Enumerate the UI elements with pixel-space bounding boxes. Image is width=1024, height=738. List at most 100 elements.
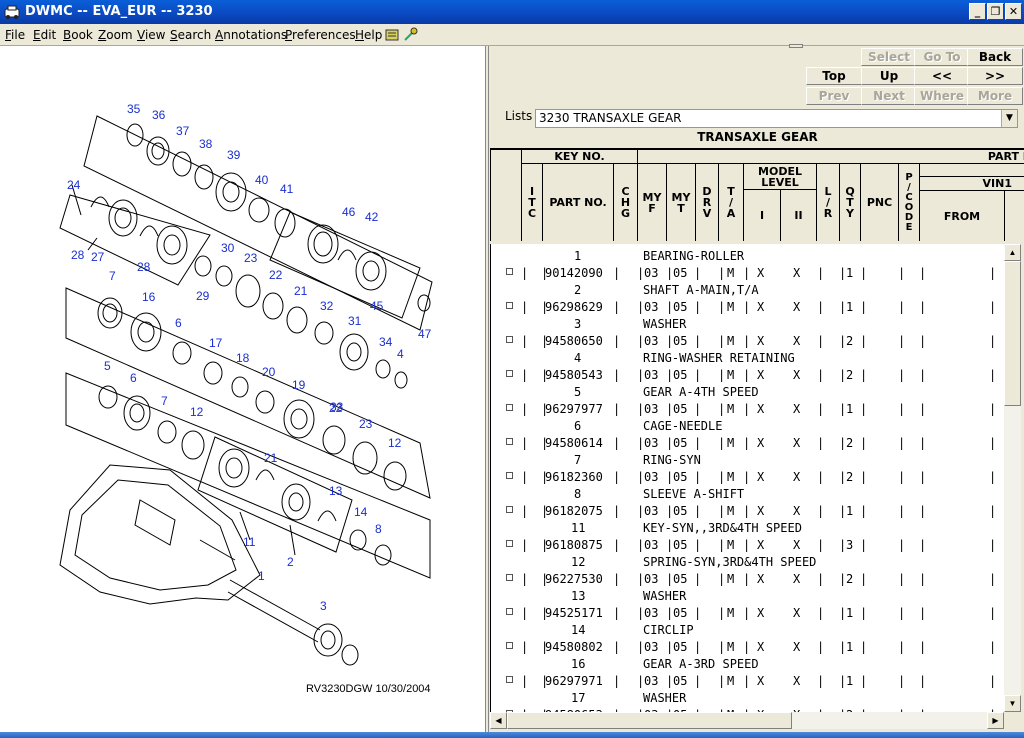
callout-label[interactable]: 40 <box>255 173 269 187</box>
part-data-row[interactable]: | | | | | | | | | | | | | | 94580802 03 05 M X X 1 <box>491 638 1004 655</box>
callout-label[interactable]: 11 <box>243 535 256 549</box>
row-checkbox[interactable] <box>506 506 513 513</box>
part-number[interactable]: 96180875 <box>545 538 603 552</box>
callout-label[interactable]: 13 <box>329 484 343 498</box>
callout-label[interactable]: 27 <box>91 250 105 264</box>
callout-label[interactable]: 35 <box>127 102 141 116</box>
callout-label[interactable]: 14 <box>354 505 368 519</box>
row-checkbox[interactable] <box>506 472 513 479</box>
part-number[interactable]: 94580543 <box>545 368 603 382</box>
part-key-row[interactable]: 2 SHAFT A-MAIN,T/A <box>491 281 1004 298</box>
part-number[interactable]: 96297971 <box>545 674 603 688</box>
prev-button[interactable]: Prev <box>806 87 862 105</box>
row-checkbox[interactable] <box>506 642 513 649</box>
close-button[interactable]: ✕ <box>1005 3 1022 20</box>
part-number[interactable]: 96297977 <box>545 402 603 416</box>
part-key-row[interactable]: 3 WASHER <box>491 315 1004 332</box>
part-data-row[interactable]: | | | | | | | | | | | | | | 96182360 03 05 M X X 2 <box>491 468 1004 485</box>
next-button[interactable]: Next <box>861 87 917 105</box>
callout-label[interactable]: 16 <box>142 290 156 304</box>
part-key-row[interactable]: 13 WASHER <box>491 587 1004 604</box>
goto-button[interactable]: Go To <box>914 48 970 66</box>
part-data-row[interactable]: | | | | | | | | | | | | | | 96227530 03 05 M X X 2 <box>491 570 1004 587</box>
part-data-row[interactable]: | | | | | | | | | | | | | | 94580614 03 05 M X X 2 <box>491 434 1004 451</box>
callout-label[interactable]: 45 <box>370 299 384 313</box>
prev-page-button[interactable]: << <box>914 67 970 85</box>
select-button[interactable]: Select <box>861 48 917 66</box>
callout-label[interactable]: 3 <box>320 599 327 613</box>
minimize-button[interactable]: _ <box>969 3 986 20</box>
vertical-scrollbar[interactable]: ▲ ▼ <box>1004 244 1021 712</box>
part-key-row[interactable]: 6 CAGE-NEEDLE <box>491 417 1004 434</box>
callout-label[interactable]: 36 <box>152 108 166 122</box>
part-data-row[interactable]: | | | | | | | | | | | | | | 96297971 03 05 M X X 1 <box>491 672 1004 689</box>
callout-label[interactable]: 6 <box>130 371 137 385</box>
callout-label[interactable]: 12 <box>388 436 402 450</box>
row-checkbox[interactable] <box>506 370 513 377</box>
part-data-row[interactable]: | | | | | | | | | | | | | | 94580650 03 05 M X X 2 <box>491 332 1004 349</box>
callout-label[interactable]: 22 <box>269 268 283 282</box>
vertical-scroll-thumb[interactable] <box>1004 261 1021 406</box>
scroll-down-icon[interactable]: ▼ <box>1004 695 1021 712</box>
callout-label[interactable]: 39 <box>227 148 241 162</box>
part-data-row[interactable]: | | | | | | | | | | | | | | 96180875 03 05 M X X 3 <box>491 536 1004 553</box>
top-button[interactable]: Top <box>806 67 862 85</box>
callout-label[interactable]: 28 <box>71 248 85 262</box>
menu-annotations[interactable]: Annotations <box>215 28 287 42</box>
lists-dropdown[interactable]: 3230 TRANSAXLE GEAR ▼ <box>535 109 1018 128</box>
more-button[interactable]: More <box>967 87 1023 105</box>
callout-label[interactable]: 1 <box>258 569 265 583</box>
callout-label[interactable]: 12 <box>190 405 204 419</box>
callout-label[interactable]: 37 <box>176 124 190 138</box>
part-key-row[interactable]: 14 CIRCLIP <box>491 621 1004 638</box>
callout-label[interactable]: 17 <box>209 336 223 350</box>
callout-label[interactable]: 6 <box>175 316 182 330</box>
part-data-row[interactable]: | | | | | | | | | | | | | | 94525171 03 05 M X X 1 <box>491 604 1004 621</box>
menu-preferences[interactable]: Preferences <box>285 28 356 42</box>
row-checkbox[interactable] <box>506 438 513 445</box>
part-key-row[interactable]: 4 RING-WASHER RETAINING <box>491 349 1004 366</box>
part-number[interactable]: 96227530 <box>545 572 603 586</box>
part-data-row[interactable]: | | | | | | | | | | | | | | 96298629 03 05 M X X 1 <box>491 298 1004 315</box>
callout-label[interactable]: 46 <box>342 205 356 219</box>
callout-label[interactable]: 19 <box>292 378 306 392</box>
callout-label[interactable]: 7 <box>109 269 116 283</box>
callout-label[interactable]: 47 <box>418 327 432 341</box>
callout-label[interactable]: 38 <box>199 137 213 151</box>
callout-label[interactable]: 7 <box>161 394 168 408</box>
callout-label[interactable]: 4 <box>397 347 404 361</box>
menu-edit[interactable]: Edit <box>33 28 56 42</box>
callout-label[interactable]: 31 <box>348 314 362 328</box>
row-checkbox[interactable] <box>506 336 513 343</box>
callout-label[interactable]: 18 <box>236 351 250 365</box>
part-number[interactable]: 96182360 <box>545 470 603 484</box>
callout-label[interactable]: 5 <box>104 359 111 373</box>
scroll-right-icon[interactable]: ▶ <box>987 712 1004 729</box>
wrench-tool-icon[interactable] <box>402 27 419 43</box>
next-page-button[interactable]: >> <box>967 67 1023 85</box>
part-number[interactable]: 96182075 <box>545 504 603 518</box>
part-key-row[interactable]: 7 RING-SYN <box>491 451 1004 468</box>
callout-label[interactable]: 21 <box>264 451 278 465</box>
part-number[interactable]: 94580802 <box>545 640 603 654</box>
menu-zoom[interactable]: Zoom <box>98 28 133 42</box>
row-checkbox[interactable] <box>506 608 513 615</box>
part-number[interactable]: 94525171 <box>545 606 603 620</box>
menu-help[interactable]: Help <box>355 28 382 42</box>
callout-label[interactable]: 23 <box>244 251 258 265</box>
callout-label[interactable]: 23 <box>359 417 373 431</box>
callout-label[interactable]: 2 <box>287 555 294 569</box>
part-key-row[interactable]: 5 GEAR A-4TH SPEED <box>491 383 1004 400</box>
callout-label[interactable]: 42 <box>365 210 379 224</box>
part-key-row[interactable]: 16 GEAR A-3RD SPEED <box>491 655 1004 672</box>
callout-label[interactable]: 8 <box>375 522 382 536</box>
menu-file[interactable]: File <box>5 28 25 42</box>
part-key-row[interactable]: 1 BEARING-ROLLER <box>491 247 1004 264</box>
part-number[interactable]: 94580614 <box>545 436 603 450</box>
part-key-row[interactable]: 12 SPRING-SYN,3RD&4TH SPEED <box>491 553 1004 570</box>
menu-view[interactable]: View <box>137 28 165 42</box>
menu-search[interactable]: Search <box>170 28 211 42</box>
horizontal-scrollbar[interactable]: ◀ ▶ <box>490 712 1004 729</box>
callout-label[interactable]: 29 <box>196 289 210 303</box>
part-key-row[interactable]: 17 WASHER <box>491 689 1004 706</box>
